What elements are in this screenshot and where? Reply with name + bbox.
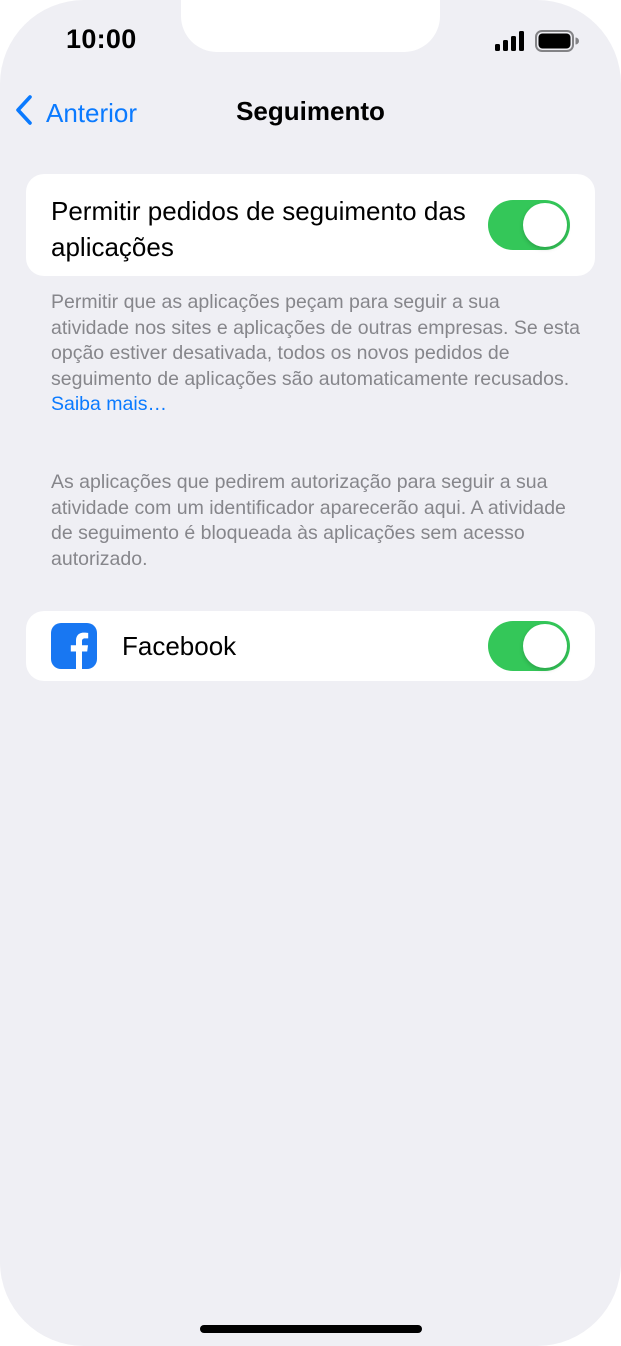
status-time: 10:00	[66, 24, 137, 54]
status-icons	[495, 30, 579, 57]
learn-more-link[interactable]: Saiba mais…	[51, 393, 167, 415]
home-indicator[interactable]	[200, 1325, 422, 1333]
toggle-knob	[523, 624, 567, 668]
app-name-label: Facebook	[122, 631, 237, 661]
allow-requests-card: Permitir pedidos de seguimento das aplic…	[26, 174, 595, 276]
device-notch	[181, 0, 440, 52]
cellular-signal-icon	[495, 31, 525, 56]
battery-icon	[535, 30, 579, 57]
facebook-tracking-toggle[interactable]	[488, 621, 570, 671]
allow-requests-toggle[interactable]	[488, 200, 570, 250]
facebook-icon	[51, 623, 97, 669]
apps-section-description: As aplicações que pedirem autorização pa…	[51, 471, 566, 570]
phone-screen: 10:00 Anterior Seguimento Permitir pedid…	[0, 0, 621, 1346]
toggle-knob	[523, 203, 567, 247]
allow-requests-footer: Permitir que as aplicações peçam para se…	[51, 290, 581, 418]
app-row-facebook: Facebook	[26, 611, 595, 681]
allow-requests-label: Permitir pedidos de seguimento das aplic…	[51, 196, 466, 262]
allow-requests-description: Permitir que as aplicações peçam para se…	[51, 291, 580, 390]
page-title: Seguimento	[236, 96, 385, 126]
